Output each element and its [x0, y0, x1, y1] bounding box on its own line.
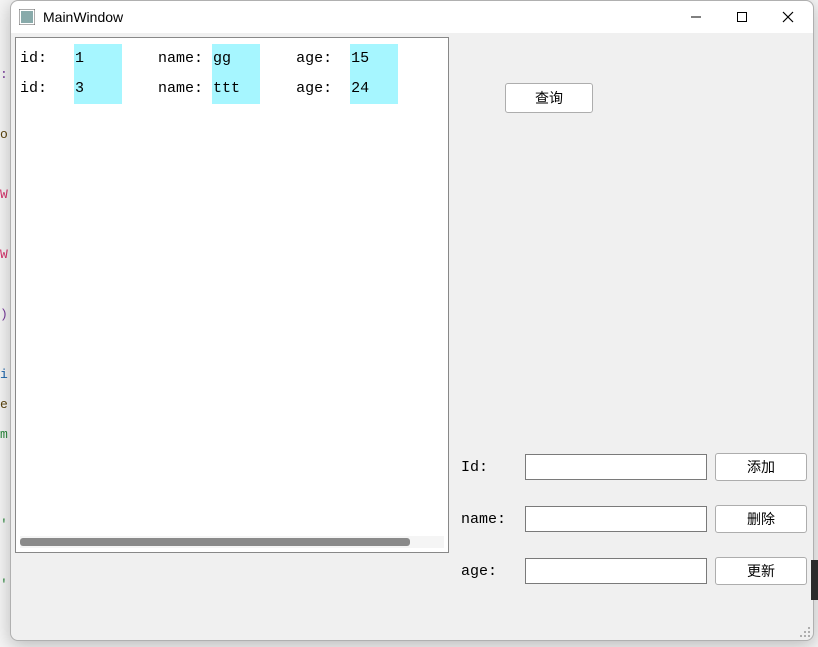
form-row-age: age: 更新	[461, 557, 801, 585]
maximize-icon	[736, 11, 748, 23]
add-button[interactable]: 添加	[715, 453, 807, 481]
client-area: id: 1 name: gg age: 15 id: 3 name: ttt a…	[11, 33, 813, 640]
window-controls	[673, 2, 811, 32]
age-label: age:	[461, 563, 517, 580]
query-button[interactable]: 查询	[505, 83, 593, 113]
results-text-view[interactable]: id: 1 name: gg age: 15 id: 3 name: ttt a…	[15, 37, 449, 553]
delete-button[interactable]: 删除	[715, 505, 807, 533]
right-panel: 查询 Id: 添加 name: 删除 age: 更新	[455, 37, 805, 632]
result-row: id: 1 name: gg age: 15	[20, 50, 398, 67]
form-row-name: name: 删除	[461, 505, 801, 533]
minimize-icon	[690, 11, 702, 23]
id-input[interactable]	[525, 454, 707, 480]
age-input[interactable]	[525, 558, 707, 584]
update-button[interactable]: 更新	[715, 557, 807, 585]
minimize-button[interactable]	[673, 2, 719, 32]
results-text-content: id: 1 name: gg age: 15 id: 3 name: ttt a…	[16, 38, 448, 110]
form-row-id: Id: 添加	[461, 453, 801, 481]
result-row: id: 3 name: ttt age: 24	[20, 80, 398, 97]
external-tab-strip	[811, 560, 818, 600]
close-icon	[782, 11, 794, 23]
name-input[interactable]	[525, 506, 707, 532]
window-title: MainWindow	[43, 9, 673, 25]
titlebar[interactable]: MainWindow	[11, 1, 813, 33]
name-label: name:	[461, 511, 517, 528]
maximize-button[interactable]	[719, 2, 765, 32]
resize-grip-icon[interactable]	[797, 624, 811, 638]
close-button[interactable]	[765, 2, 811, 32]
horizontal-scrollbar[interactable]	[20, 536, 444, 548]
main-window: MainWindow id: 1 name:	[10, 0, 814, 641]
id-label: Id:	[461, 459, 517, 476]
form-area: Id: 添加 name: 删除 age: 更新	[461, 453, 801, 609]
app-icon	[19, 9, 35, 25]
scrollbar-thumb[interactable]	[20, 538, 410, 546]
